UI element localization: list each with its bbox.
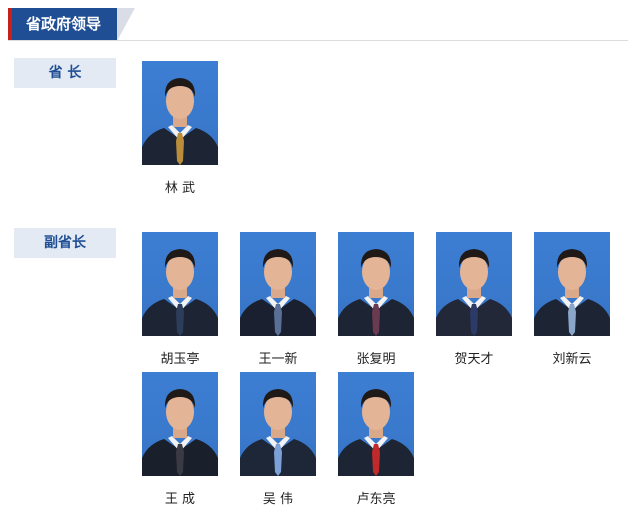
person-name[interactable]: 贺天才 bbox=[424, 348, 524, 367]
section-label-governor: 省 长 bbox=[14, 58, 116, 88]
person-card-governor[interactable]: 林 武 bbox=[142, 61, 218, 196]
portrait-illustration bbox=[142, 249, 218, 336]
portrait-photo[interactable] bbox=[338, 232, 414, 336]
person-card-vice-governor[interactable]: 贺天才 bbox=[436, 232, 512, 367]
section-header: 省政府领导 bbox=[8, 8, 628, 41]
header-divider bbox=[8, 40, 628, 41]
portrait-illustration bbox=[338, 249, 414, 336]
person-name[interactable]: 卢东亮 bbox=[326, 488, 426, 507]
portrait-illustration bbox=[534, 249, 610, 336]
portrait-photo[interactable] bbox=[534, 232, 610, 336]
portrait-illustration bbox=[142, 78, 218, 165]
person-card-vice-governor[interactable]: 张复明 bbox=[338, 232, 414, 367]
person-card-vice-governor[interactable]: 吴 伟 bbox=[240, 372, 316, 507]
portrait-photo[interactable] bbox=[240, 372, 316, 476]
person-name[interactable]: 林 武 bbox=[130, 177, 230, 196]
person-name[interactable]: 吴 伟 bbox=[228, 488, 328, 507]
section-label-vice-governors: 副省长 bbox=[14, 228, 116, 258]
portrait-photo[interactable] bbox=[142, 61, 218, 165]
portrait-photo[interactable] bbox=[240, 232, 316, 336]
portrait-illustration bbox=[436, 249, 512, 336]
person-card-vice-governor[interactable]: 王一新 bbox=[240, 232, 316, 367]
portrait-photo[interactable] bbox=[436, 232, 512, 336]
portrait-illustration bbox=[142, 389, 218, 476]
person-card-vice-governor[interactable]: 胡玉亭 bbox=[142, 232, 218, 367]
portrait-illustration bbox=[240, 389, 316, 476]
portrait-illustration bbox=[240, 249, 316, 336]
portrait-photo[interactable] bbox=[142, 232, 218, 336]
person-name[interactable]: 王 成 bbox=[130, 488, 230, 507]
header-title: 省政府领导 bbox=[8, 8, 117, 41]
header-tab-decoration bbox=[117, 8, 135, 41]
person-name[interactable]: 张复明 bbox=[326, 348, 426, 367]
person-name[interactable]: 胡玉亭 bbox=[130, 348, 230, 367]
person-card-vice-governor[interactable]: 王 成 bbox=[142, 372, 218, 507]
portrait-photo[interactable] bbox=[338, 372, 414, 476]
portrait-photo[interactable] bbox=[142, 372, 218, 476]
portrait-illustration bbox=[338, 389, 414, 476]
person-card-vice-governor[interactable]: 卢东亮 bbox=[338, 372, 414, 507]
person-card-vice-governor[interactable]: 刘新云 bbox=[534, 232, 610, 367]
person-name[interactable]: 王一新 bbox=[228, 348, 328, 367]
person-name[interactable]: 刘新云 bbox=[522, 348, 622, 367]
